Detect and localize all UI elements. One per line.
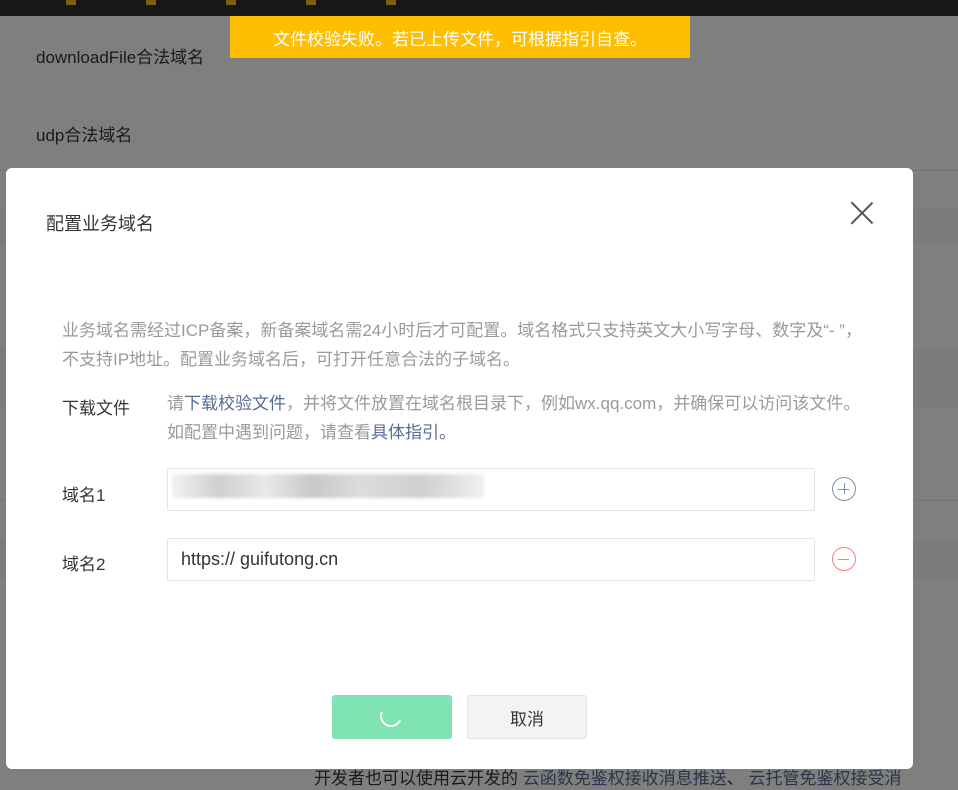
download-file-label: 下载文件 [62,399,130,418]
spinner-icon [376,701,406,731]
download-text-after: 。 [439,423,456,442]
dialog-title: 配置业务域名 [46,214,154,234]
dialog-description: 业务域名需经过ICP备案，新备案域名需24小时后才可配置。域名格式只支持英文大小… [62,321,862,369]
error-toast: 文件校验失败。若已上传文件，可根据指引自查。 [230,16,690,58]
redacted-domain-mask [172,474,484,498]
domain2-input[interactable] [167,538,815,581]
close-icon[interactable] [847,198,877,228]
minus-circle-icon[interactable] [832,547,856,571]
download-verify-file-link[interactable]: 下载校验文件 [184,394,286,413]
cancel-button[interactable]: 取消 [467,695,587,739]
business-domain-dialog: 配置业务域名 业务域名需经过ICP备案，新备案域名需24小时后才可配置。域名格式… [6,168,913,769]
domain1-label: 域名1 [62,486,106,505]
plus-circle-icon[interactable] [832,477,856,501]
download-text-before: 请 [167,394,184,413]
specific-guide-link[interactable]: 具体指引 [371,423,439,442]
domain2-label: 域名2 [62,555,106,574]
download-instructions: 请下载校验文件，并将文件放置在域名根目录下，例如wx.qq.com，并确保可以访… [167,389,867,447]
confirm-button[interactable] [332,695,452,739]
